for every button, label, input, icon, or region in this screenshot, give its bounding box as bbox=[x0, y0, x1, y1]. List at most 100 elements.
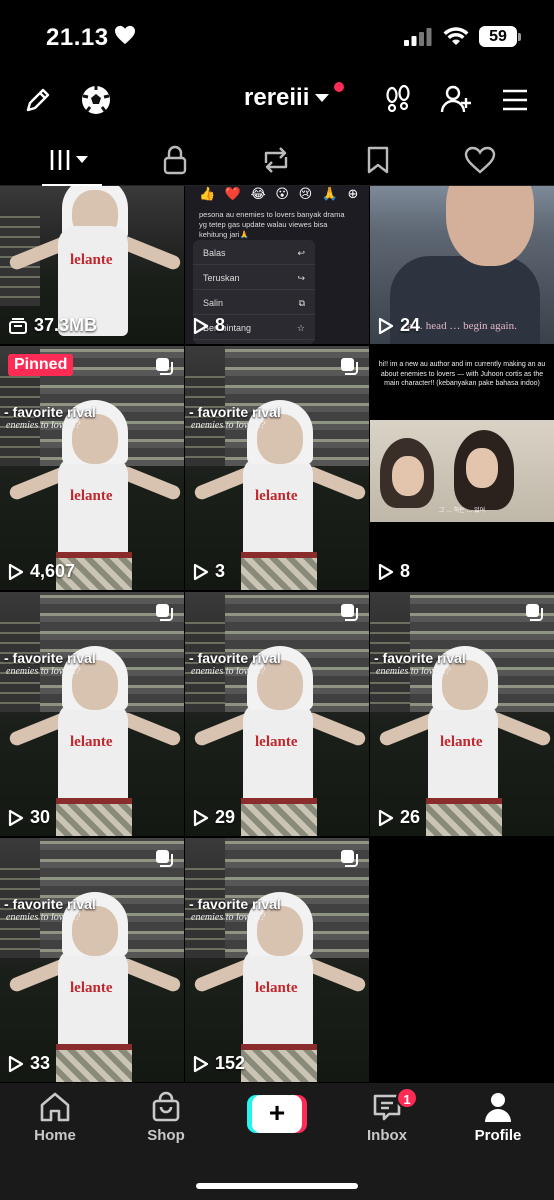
status-time: 21.13 bbox=[46, 24, 109, 51]
nav-home[interactable]: Home bbox=[15, 1091, 95, 1144]
battery-icon: 59 bbox=[479, 26, 517, 47]
video-grid: lelante 37.3MB 👍 ❤️ 😂 😮 😢 🙏 ⊕ pesona au … bbox=[0, 186, 554, 1083]
tab-videos[interactable] bbox=[42, 140, 102, 186]
shirt-text: lelante bbox=[70, 488, 113, 504]
inbox-badge: 1 bbox=[396, 1087, 418, 1109]
footprints-icon[interactable] bbox=[382, 84, 414, 116]
username: rereiii bbox=[244, 84, 310, 111]
video-tile[interactable]: hi!! im a new au author and im currently… bbox=[370, 346, 554, 590]
home-indicator bbox=[196, 1183, 358, 1189]
pencil-icon[interactable] bbox=[22, 84, 54, 116]
repost-icon bbox=[264, 147, 288, 173]
video-tile[interactable]: lelante 37.3MB bbox=[0, 186, 184, 344]
nav-shop-label: Shop bbox=[147, 1127, 185, 1144]
post-photo: 그 … 하는 … 있어 bbox=[370, 420, 554, 522]
create-button[interactable]: + bbox=[247, 1095, 307, 1133]
menu-icon[interactable] bbox=[499, 84, 531, 116]
multi-photo-icon bbox=[341, 604, 358, 621]
profile-tabs bbox=[0, 132, 554, 186]
tab-favorites[interactable] bbox=[348, 140, 408, 180]
view-count: 152 bbox=[193, 1053, 245, 1074]
count-value: 26 bbox=[400, 807, 421, 827]
overlay-subtitle: enemies to lovers? bbox=[191, 912, 266, 923]
video-tile[interactable]: lelante - favorite rival enemies to love… bbox=[185, 346, 369, 590]
username-switcher[interactable]: rereiii bbox=[244, 84, 331, 112]
nav-home-label: Home bbox=[34, 1127, 76, 1144]
grid-icon bbox=[50, 150, 88, 170]
play-icon bbox=[8, 809, 24, 826]
count-value: 4,607 bbox=[30, 561, 76, 581]
view-count: 8 bbox=[193, 315, 225, 336]
overlay-title: - favorite rival bbox=[4, 896, 96, 912]
soccer-ball-icon[interactable] bbox=[80, 84, 112, 116]
menu-item: Balas ↩ bbox=[193, 240, 315, 265]
overlay-subtitle: enemies to lovers? bbox=[191, 420, 266, 431]
count-value: 152 bbox=[215, 1053, 246, 1073]
tab-reposts[interactable] bbox=[246, 140, 306, 180]
overlay-subtitle: enemies to lovers? bbox=[376, 666, 451, 677]
plus-icon: + bbox=[252, 1095, 302, 1133]
play-icon bbox=[8, 1055, 24, 1072]
tab-liked[interactable] bbox=[450, 140, 510, 180]
play-icon bbox=[378, 809, 394, 826]
shop-bag-icon bbox=[152, 1091, 180, 1122]
play-icon bbox=[8, 563, 24, 580]
video-tile[interactable]: 👍 ❤️ 😂 😮 😢 🙏 ⊕ pesona au enemies to love… bbox=[185, 186, 369, 344]
profile-header: rereiii bbox=[0, 72, 554, 128]
video-tile[interactable]: lelante - favorite rival enemies to love… bbox=[0, 592, 184, 836]
add-friend-icon[interactable] bbox=[440, 84, 472, 116]
count-value: 3 bbox=[215, 561, 226, 581]
nav-shop[interactable]: Shop bbox=[126, 1091, 206, 1144]
battery-cap bbox=[518, 33, 521, 41]
view-count: 8 bbox=[378, 561, 410, 582]
count-value: 24 bbox=[400, 315, 421, 335]
video-tile[interactable]: a… head … begin again. 24 bbox=[370, 186, 554, 344]
video-tile[interactable]: lelante - favorite rival enemies to love… bbox=[0, 838, 184, 1082]
reaction-emojis: 👍 ❤️ 😂 😮 😢 🙏 ⊕ bbox=[199, 186, 362, 201]
heart-outline-icon bbox=[464, 146, 496, 174]
overlay-subtitle: enemies to lovers? bbox=[6, 420, 81, 431]
play-icon bbox=[193, 317, 209, 334]
play-icon bbox=[193, 809, 209, 826]
shirt-text: lelante bbox=[255, 488, 298, 504]
nav-profile[interactable]: Profile bbox=[458, 1091, 538, 1144]
play-icon bbox=[193, 563, 209, 580]
overlay-title: - favorite rival bbox=[189, 896, 281, 912]
multi-photo-icon bbox=[341, 850, 358, 867]
shirt-text: lelante bbox=[255, 980, 298, 996]
post-text: hi!! im a new au author and im currently… bbox=[378, 361, 546, 387]
count-value: 8 bbox=[215, 315, 226, 335]
video-tile[interactable]: lelante - favorite rival enemies to love… bbox=[185, 592, 369, 836]
video-tile[interactable]: lelante - favorite rival enemies to love… bbox=[0, 346, 184, 590]
multi-photo-icon bbox=[156, 358, 173, 375]
video-tile[interactable]: lelante - favorite rival enemies to love… bbox=[185, 838, 369, 1082]
profile-icon bbox=[485, 1093, 511, 1122]
nav-inbox-label: Inbox bbox=[367, 1127, 407, 1144]
play-icon bbox=[193, 1055, 209, 1072]
view-count: 26 bbox=[378, 807, 420, 828]
tab-private[interactable] bbox=[145, 140, 205, 180]
play-icon bbox=[378, 317, 394, 334]
shirt-text: lelante bbox=[70, 980, 113, 996]
overlay-title: - favorite rival bbox=[189, 650, 281, 666]
shirt-text: lelante bbox=[440, 734, 483, 750]
nav-profile-label: Profile bbox=[474, 1127, 522, 1144]
chat-message: pesona au enemies to lovers banyak drama… bbox=[199, 210, 345, 239]
menu-item: Teruskan ↪ bbox=[193, 265, 315, 290]
count-value: 8 bbox=[400, 561, 411, 581]
caret-down-icon bbox=[315, 94, 330, 102]
view-count: 33 bbox=[8, 1053, 50, 1074]
overlay-title: - favorite rival bbox=[374, 650, 466, 666]
menu-item: Salin ⧉ bbox=[193, 290, 315, 315]
view-count: 24 bbox=[378, 315, 420, 336]
multi-photo-icon bbox=[526, 604, 543, 621]
video-tile[interactable]: lelante - favorite rival enemies to love… bbox=[370, 592, 554, 836]
multi-photo-icon bbox=[156, 850, 173, 867]
overlay-title: - favorite rival bbox=[189, 404, 281, 420]
home-icon bbox=[40, 1092, 70, 1122]
shirt-text: lelante bbox=[255, 734, 298, 750]
bookmark-icon bbox=[367, 146, 389, 174]
view-count: 3 bbox=[193, 561, 225, 582]
overlay-subtitle: enemies to lovers? bbox=[191, 666, 266, 677]
shirt-text: lelante bbox=[70, 734, 113, 750]
